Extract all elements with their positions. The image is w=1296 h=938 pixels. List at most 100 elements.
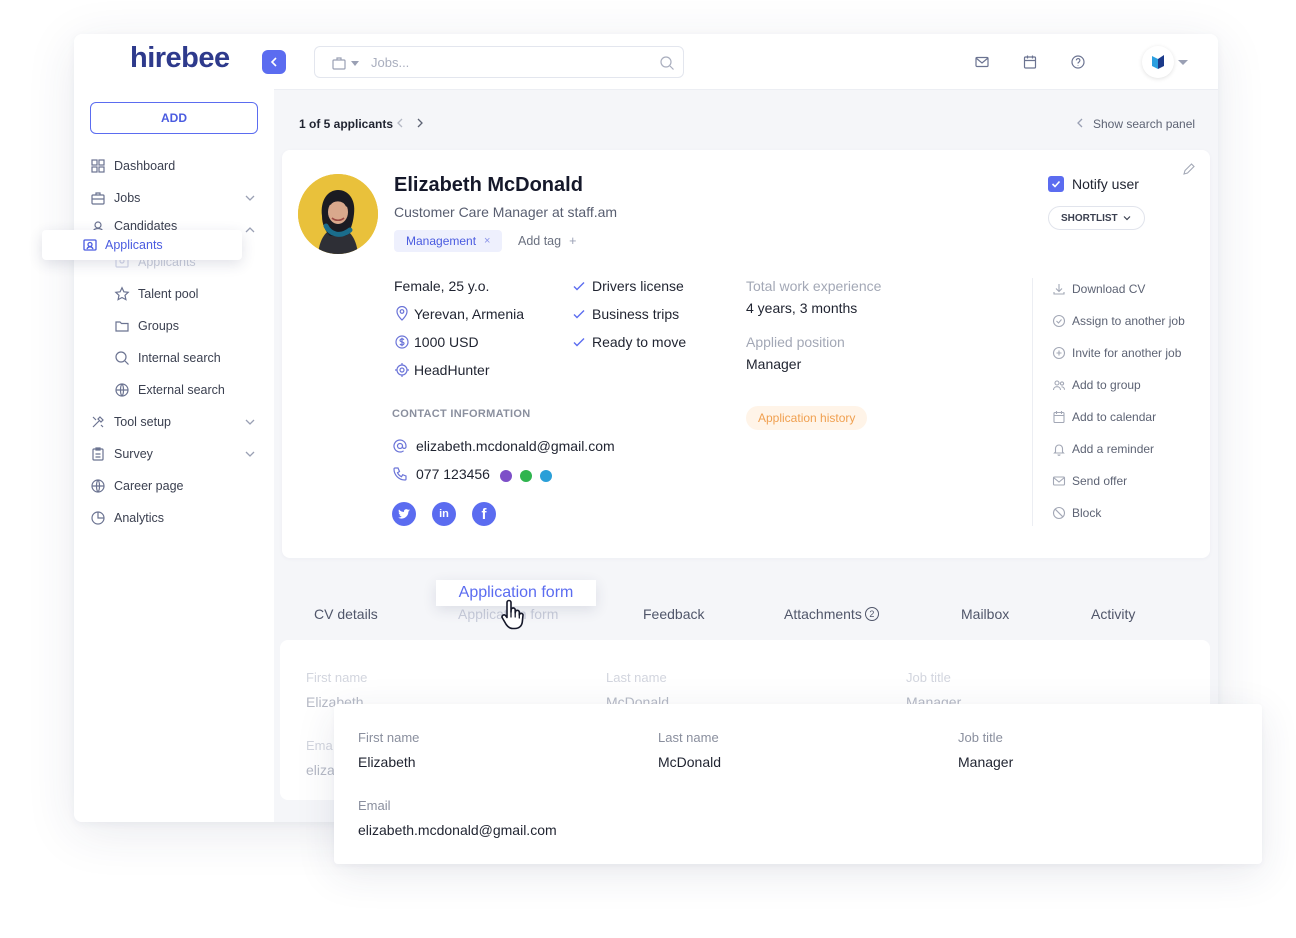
tab-label: Attachments (784, 606, 862, 622)
user-avatar[interactable] (1142, 46, 1174, 78)
email-label: Email (358, 798, 391, 813)
chevron-up-icon[interactable] (244, 224, 256, 236)
show-search-panel-link[interactable]: Show search panel (1093, 117, 1195, 131)
assign-job-action[interactable]: Assign to another job (1052, 312, 1185, 330)
notify-user-checkbox[interactable]: Notify user (1048, 176, 1139, 192)
invite-job-action[interactable]: Invite for another job (1052, 344, 1181, 362)
remove-tag-icon[interactable]: × (484, 235, 490, 247)
notify-user-label: Notify user (1072, 176, 1139, 192)
search-icon[interactable] (659, 55, 675, 71)
check-icon (573, 310, 585, 319)
edit-icon[interactable] (1182, 162, 1196, 176)
id-card-icon (83, 239, 97, 251)
collapse-sidebar-button[interactable] (262, 50, 286, 74)
tab-cv-details[interactable]: CV details (314, 606, 378, 622)
sidebar-item-dashboard[interactable]: Dashboard (90, 155, 175, 177)
sidebar-item-analytics[interactable]: Analytics (90, 507, 164, 529)
sidebar-item-external-search[interactable]: External search (114, 379, 225, 401)
send-offer-action[interactable]: Send offer (1052, 472, 1127, 490)
sidebar-item-talent-pool[interactable]: Talent pool (114, 283, 198, 305)
sidebar-item-internal-search[interactable]: Internal search (114, 347, 221, 369)
sidebar-item-label: Tool setup (114, 415, 171, 429)
email-value: eliza (306, 762, 335, 778)
job-title-label: Job title (958, 730, 1003, 745)
experience-value: 4 years, 3 months (746, 300, 858, 316)
tab-feedback[interactable]: Feedback (643, 606, 704, 622)
tab-attachments[interactable]: Attachments 2 (784, 606, 879, 622)
action-label: Download CV (1072, 282, 1146, 296)
phone-value[interactable]: 077 123456 (416, 466, 490, 482)
job-title-value[interactable]: Manager (958, 754, 1013, 770)
bell-icon (1053, 444, 1065, 456)
hand-cursor-icon (501, 599, 524, 630)
add-tag-button[interactable]: Add tag + (518, 234, 576, 248)
sidebar-item-label: Career page (114, 479, 184, 493)
last-name-value[interactable]: McDonald (658, 754, 721, 770)
sidebar-item-label: Groups (138, 319, 179, 333)
users-icon (1052, 380, 1066, 391)
folder-icon (115, 321, 129, 332)
sidebar-item-groups[interactable]: Groups (114, 315, 179, 337)
check-icon (573, 282, 585, 291)
star-icon (114, 286, 130, 301)
globe-icon (91, 479, 105, 493)
checkbox-checked[interactable] (1048, 176, 1064, 192)
whatsapp-icon[interactable] (520, 470, 532, 482)
check-drivers-license: Drivers license (572, 278, 684, 294)
telegram-icon[interactable] (540, 470, 552, 482)
add-group-action[interactable]: Add to group (1052, 376, 1141, 394)
caret-down-icon[interactable] (1178, 58, 1188, 66)
calendar-icon[interactable] (1022, 54, 1038, 70)
brand-logo-icon (1152, 55, 1164, 69)
target-icon (395, 363, 409, 377)
chevron-left-icon (1077, 118, 1083, 128)
download-cv-action[interactable]: Download CV (1052, 280, 1145, 298)
sidebar-item-career-page[interactable]: Career page (90, 475, 184, 497)
check-icon (1051, 180, 1061, 188)
mail-icon[interactable] (974, 54, 990, 70)
sidebar: hirebee ADD Dashboard Jobs Candidates Ap… (74, 34, 274, 822)
sidebar-item-applicants-active[interactable]: Applicants (42, 230, 242, 260)
block-icon (1052, 506, 1066, 520)
caret-down-icon[interactable] (351, 59, 359, 67)
twitter-glyph (398, 509, 410, 519)
application-history-button[interactable]: Application history (746, 406, 868, 430)
chevron-right-icon[interactable] (414, 117, 426, 129)
shortlist-dropdown[interactable]: SHORTLIST (1048, 206, 1145, 230)
block-action[interactable]: Block (1052, 504, 1101, 522)
chevron-left-icon[interactable] (394, 117, 406, 129)
add-reminder-action[interactable]: Add a reminder (1052, 440, 1154, 458)
add-tag-label: Add tag (518, 234, 562, 248)
first-name-value[interactable]: Elizabeth (358, 754, 416, 770)
facebook-icon[interactable]: f (472, 502, 496, 526)
tab-activity[interactable]: Activity (1091, 606, 1135, 622)
sidebar-item-survey[interactable]: Survey (90, 443, 153, 465)
contact-section-title: CONTACT INFORMATION (392, 408, 531, 420)
sidebar-item-tool-setup[interactable]: Tool setup (90, 411, 171, 433)
application-form-card: First name Elizabeth Last name McDonald … (334, 704, 1262, 864)
chevron-down-icon[interactable] (244, 448, 256, 460)
add-calendar-action[interactable]: Add to calendar (1052, 408, 1156, 426)
chevron-down-icon[interactable] (244, 416, 256, 428)
chevron-down-icon[interactable] (244, 192, 256, 204)
sidebar-item-label: Survey (114, 447, 153, 461)
location-pin-icon (396, 306, 408, 321)
search-bar[interactable]: Jobs... (314, 46, 684, 78)
help-icon[interactable] (1070, 54, 1086, 70)
viber-icon[interactable] (500, 470, 512, 482)
email-label: Ema (306, 738, 333, 753)
add-button[interactable]: ADD (90, 102, 258, 134)
email-value[interactable]: elizabeth.mcdonald@gmail.com (416, 438, 615, 454)
gender-age: Female, 25 y.o. (394, 278, 489, 294)
job-title-label: Job title (906, 670, 951, 685)
twitter-icon[interactable] (392, 502, 416, 526)
email-value[interactable]: elizabeth.mcdonald@gmail.com (358, 822, 557, 838)
check-label: Business trips (592, 306, 680, 322)
tab-mailbox[interactable]: Mailbox (961, 606, 1009, 622)
search-input[interactable]: Jobs... (371, 55, 409, 70)
linkedin-icon[interactable]: in (432, 502, 456, 526)
location: Yerevan, Armenia (394, 306, 524, 322)
sidebar-item-jobs[interactable]: Jobs (90, 187, 140, 209)
applicant-photo (298, 174, 378, 254)
at-icon (393, 439, 407, 453)
